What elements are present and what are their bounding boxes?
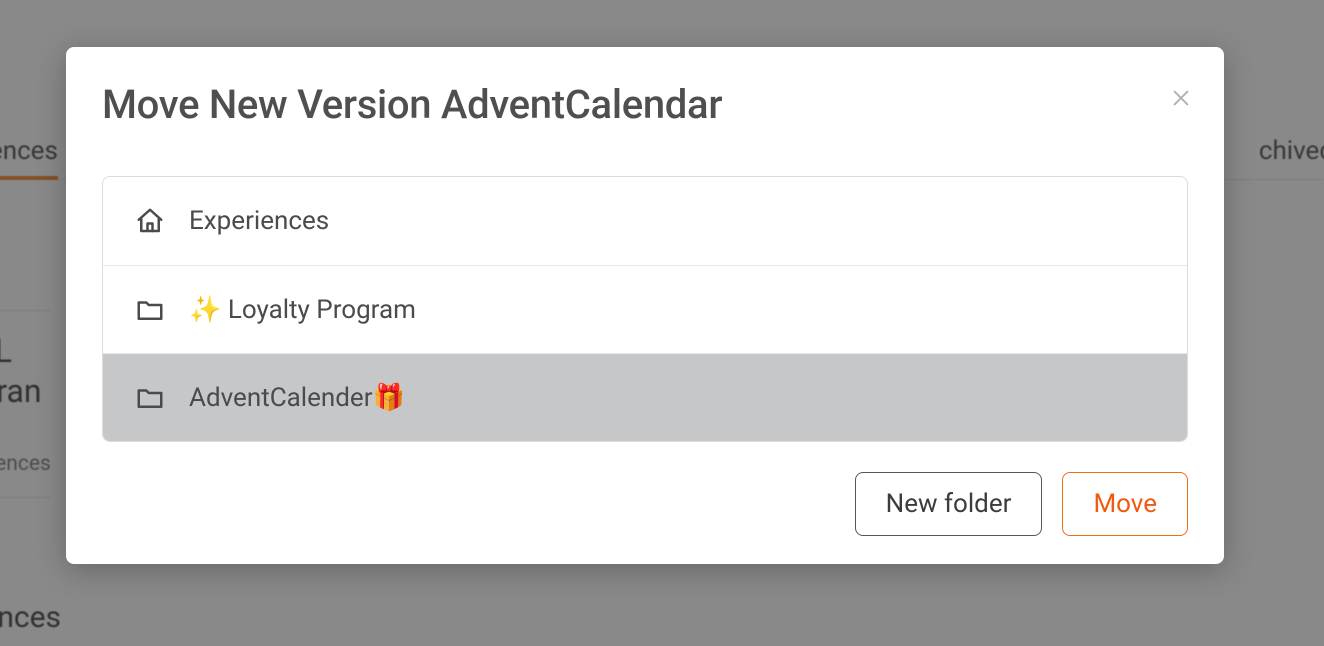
button-label: Move — [1093, 489, 1157, 519]
folder-icon — [135, 383, 165, 413]
dialog-header: Move New Version AdventCalendar — [102, 81, 1188, 128]
close-icon — [1170, 87, 1192, 109]
folder-icon — [135, 295, 165, 325]
move-dialog: Move New Version AdventCalendar Experien… — [66, 47, 1224, 564]
folder-row-experiences[interactable]: Experiences — [103, 177, 1187, 265]
folder-label: ✨ Loyalty Program — [189, 295, 416, 325]
move-button[interactable]: Move — [1062, 472, 1188, 536]
new-folder-button[interactable]: New folder — [855, 472, 1043, 536]
folder-list: Experiences ✨ Loyalty Program AdventCale… — [102, 176, 1188, 442]
dialog-title: Move New Version AdventCalendar — [102, 81, 722, 128]
folder-label: AdventCalender🎁 — [189, 383, 405, 413]
close-button[interactable] — [1170, 87, 1192, 109]
folder-row-loyalty-program[interactable]: ✨ Loyalty Program — [103, 265, 1187, 353]
dialog-footer: New folder Move — [102, 472, 1188, 536]
home-icon — [135, 206, 165, 236]
folder-label: Experiences — [189, 206, 329, 236]
button-label: New folder — [886, 489, 1012, 519]
folder-row-adventcalender[interactable]: AdventCalender🎁 — [103, 353, 1187, 441]
